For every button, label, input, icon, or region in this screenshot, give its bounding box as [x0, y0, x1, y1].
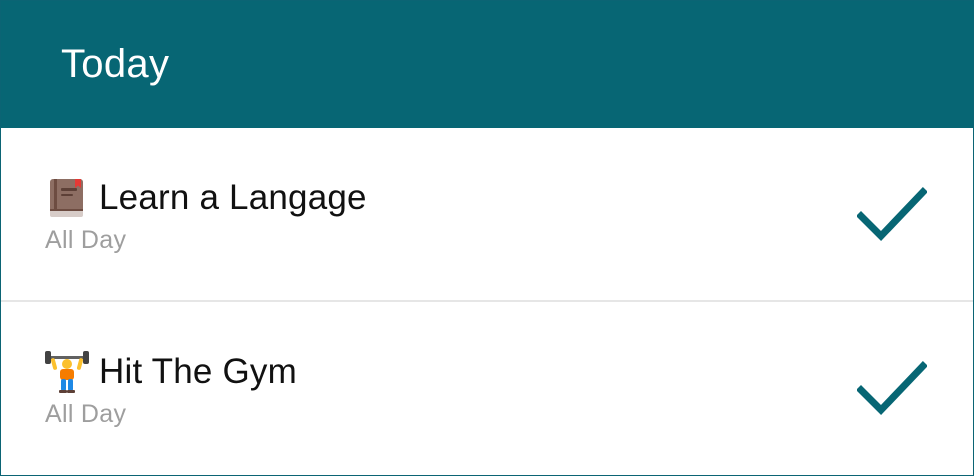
book-icon	[45, 176, 89, 220]
task-title-line: Learn a Langage	[45, 176, 367, 220]
task-title: Hit The Gym	[99, 352, 297, 391]
task-title-line: Hit The Gym	[45, 350, 297, 394]
task-row-hit-the-gym[interactable]: Hit The Gym All Day	[1, 302, 973, 475]
app-bar: Today	[1, 1, 973, 128]
task-subtitle: All Day	[45, 226, 127, 254]
weightlifter-icon	[45, 350, 89, 394]
task-row-learn-language[interactable]: Learn a Langage All Day	[1, 128, 973, 302]
task-list: Learn a Langage All Day Hit The Gym All …	[1, 128, 973, 475]
app-window: Today Learn a Langage All Day Hit The Gy…	[0, 0, 974, 476]
checkmark-icon[interactable]	[856, 358, 928, 420]
page-title: Today	[61, 42, 170, 86]
task-subtitle: All Day	[45, 400, 127, 428]
checkmark-icon[interactable]	[856, 184, 928, 246]
task-title: Learn a Langage	[99, 178, 367, 217]
